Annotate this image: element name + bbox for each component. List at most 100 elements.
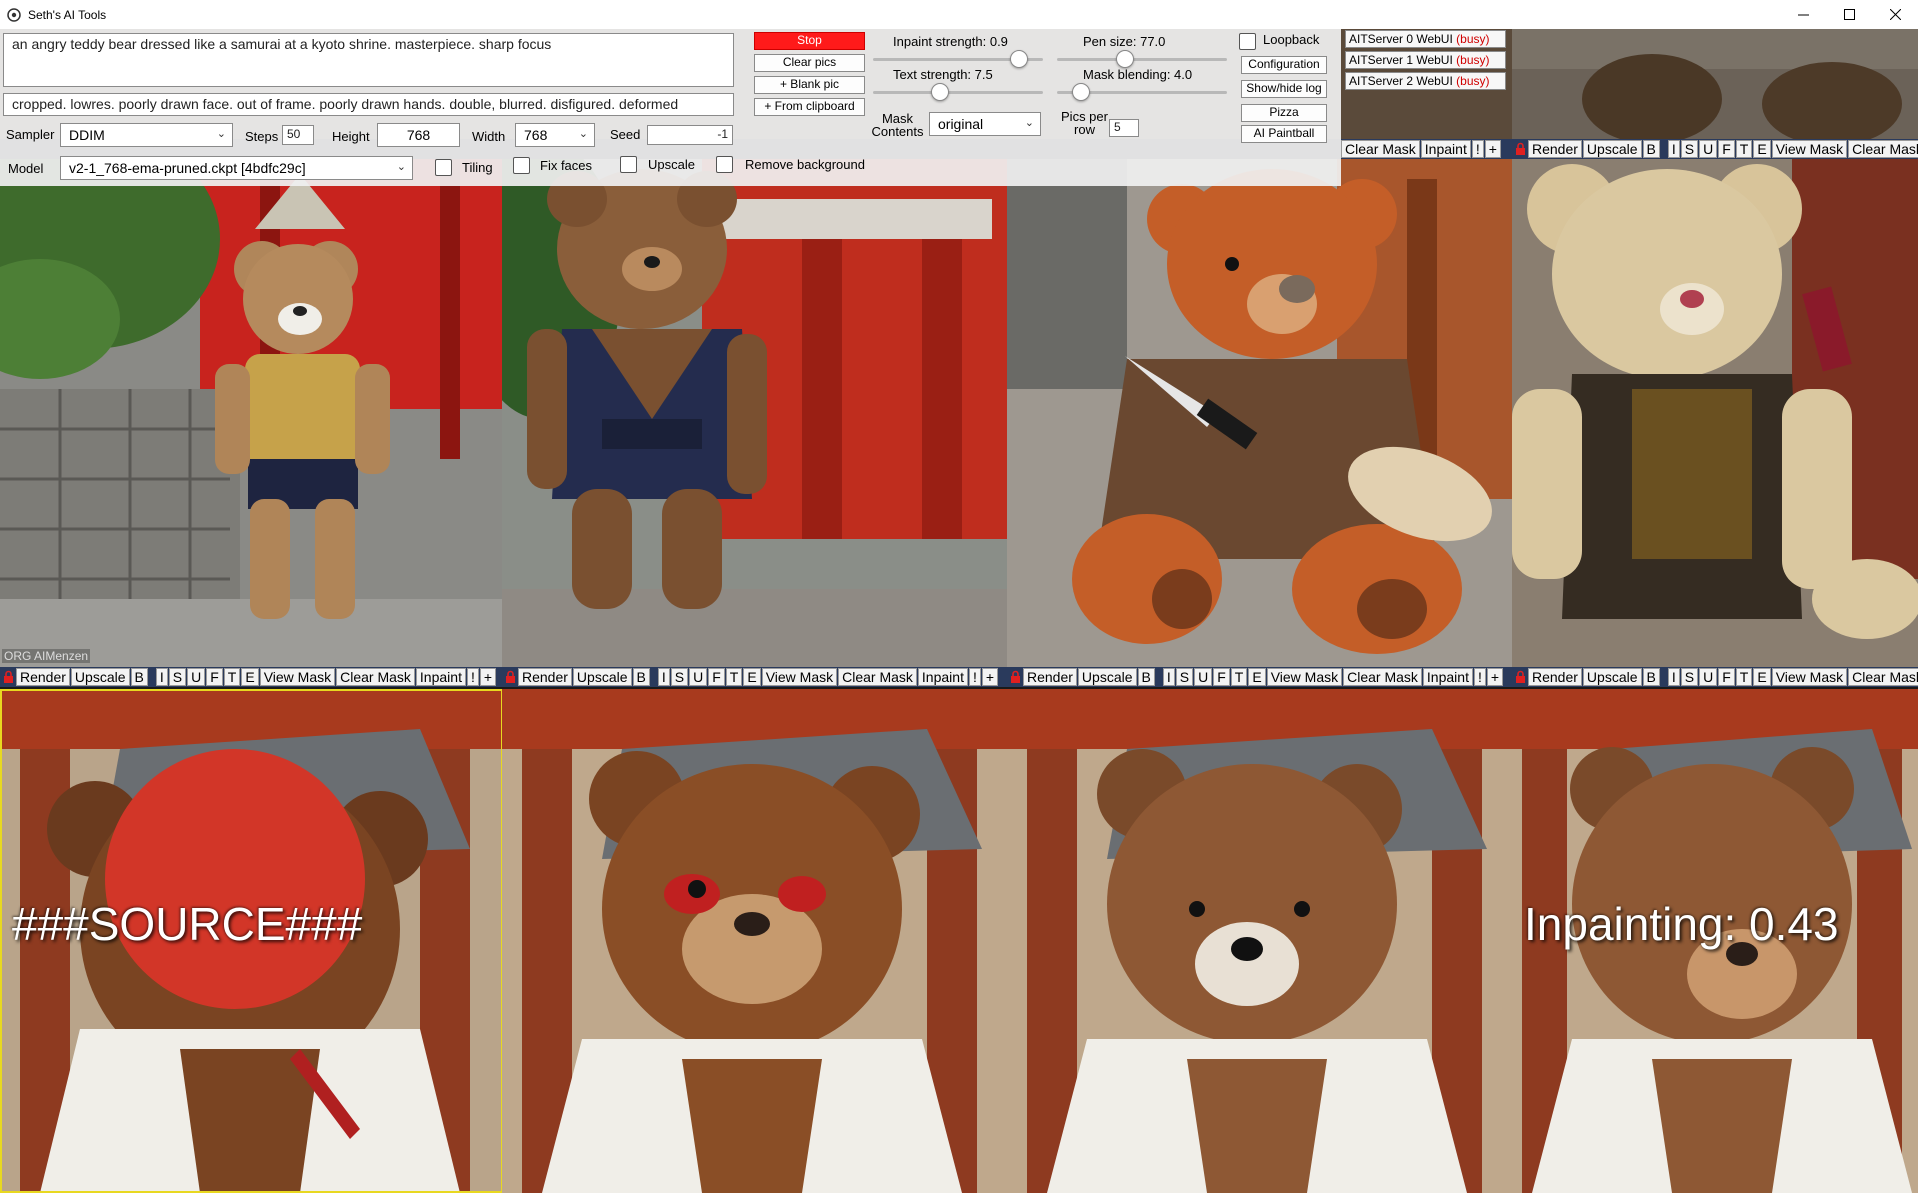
view-mask-button[interactable]: View Mask: [761, 668, 838, 686]
plus-button[interactable]: +: [1486, 668, 1504, 686]
image-tile-bear-red-eyes[interactable]: [502, 689, 1007, 1193]
bang-button[interactable]: !: [466, 668, 479, 686]
b-button[interactable]: B: [130, 668, 148, 686]
i-button[interactable]: I: [657, 668, 670, 686]
image-tile-bear-patterned-robe[interactable]: [1512, 159, 1918, 667]
remove-background-checkbox[interactable]: [716, 156, 733, 173]
inpaint-button[interactable]: Inpaint: [1420, 140, 1471, 158]
lock-icon[interactable]: [1008, 668, 1022, 686]
b-button[interactable]: B: [1137, 668, 1155, 686]
s-button[interactable]: S: [168, 668, 187, 686]
view-mask-button[interactable]: View Mask: [1771, 668, 1848, 686]
lock-icon[interactable]: [1, 668, 15, 686]
upscale-button[interactable]: Upscale: [1582, 140, 1642, 158]
configuration-button[interactable]: Configuration: [1241, 56, 1327, 74]
fix-faces-checkbox[interactable]: [513, 157, 530, 174]
b-button[interactable]: B: [1642, 668, 1660, 686]
e-button[interactable]: E: [743, 668, 761, 686]
e-button[interactable]: E: [1753, 140, 1771, 158]
image-tile-bear-blue-gi[interactable]: [502, 159, 1007, 667]
bang-button[interactable]: !: [968, 668, 981, 686]
s-button[interactable]: S: [1680, 140, 1699, 158]
t-button[interactable]: T: [223, 668, 241, 686]
image-tile-bear-knife[interactable]: [1007, 159, 1512, 667]
view-mask-button[interactable]: View Mask: [1266, 668, 1343, 686]
slider-thumb[interactable]: [930, 83, 949, 101]
clear-mask-button[interactable]: Clear Mask: [1341, 140, 1420, 158]
e-button[interactable]: E: [1248, 668, 1266, 686]
image-tile-source[interactable]: ###SOURCE###: [0, 689, 502, 1193]
stop-button[interactable]: Stop: [754, 32, 865, 50]
u-button[interactable]: U: [1699, 668, 1718, 686]
lock-icon[interactable]: [503, 668, 517, 686]
image-tile-inpainting[interactable]: Inpainting: 0.43: [1512, 689, 1918, 1193]
text-strength-slider[interactable]: [873, 82, 1043, 102]
render-button[interactable]: Render: [16, 668, 70, 686]
slider-thumb[interactable]: [1116, 50, 1135, 68]
blank-pic-button[interactable]: + Blank pic: [754, 76, 865, 94]
render-button[interactable]: Render: [1023, 668, 1077, 686]
e-button[interactable]: E: [241, 668, 259, 686]
plus-button[interactable]: +: [1484, 140, 1501, 158]
tiling-checkbox[interactable]: [435, 159, 452, 176]
upscale-button[interactable]: Upscale: [572, 668, 632, 686]
t-button[interactable]: T: [1230, 668, 1248, 686]
i-button[interactable]: I: [1162, 668, 1175, 686]
u-button[interactable]: U: [1194, 668, 1213, 686]
view-mask-button[interactable]: View Mask: [259, 668, 336, 686]
width-select[interactable]: 768 ⌄: [515, 123, 595, 147]
render-button[interactable]: Render: [1528, 140, 1582, 158]
inpaint-button[interactable]: Inpaint: [415, 668, 466, 686]
server-status-1[interactable]: AITServer 1 WebUI (busy): [1345, 51, 1506, 69]
pics-per-row-input[interactable]: 5: [1109, 119, 1139, 137]
upscale-button[interactable]: Upscale: [1582, 668, 1642, 686]
plus-button[interactable]: +: [479, 668, 497, 686]
s-button[interactable]: S: [1680, 668, 1699, 686]
from-clipboard-button[interactable]: + From clipboard: [754, 98, 865, 116]
bang-button[interactable]: !: [1473, 668, 1486, 686]
image-tile-bear-golden-armor[interactable]: ORG AIMenzen: [0, 159, 502, 667]
u-button[interactable]: U: [689, 668, 708, 686]
u-button[interactable]: U: [187, 668, 206, 686]
clear-mask-button[interactable]: Clear Mask: [838, 668, 917, 686]
minimize-button[interactable]: [1781, 0, 1826, 29]
show-hide-log-button[interactable]: Show/hide log: [1241, 80, 1327, 98]
model-select[interactable]: v2-1_768-ema-pruned.ckpt [4bdfc29c] ⌄: [60, 156, 413, 180]
f-button[interactable]: F: [206, 668, 223, 686]
s-button[interactable]: S: [670, 668, 689, 686]
server-status-2[interactable]: AITServer 2 WebUI (busy): [1345, 72, 1506, 90]
view-mask-button[interactable]: View Mask: [1771, 140, 1848, 158]
upscale-button[interactable]: Upscale: [70, 668, 130, 686]
ai-paintball-button[interactable]: AI Paintball: [1241, 125, 1327, 143]
lock-icon[interactable]: [1513, 668, 1527, 686]
i-button[interactable]: I: [155, 668, 168, 686]
e-button[interactable]: E: [1753, 668, 1771, 686]
t-button[interactable]: T: [725, 668, 743, 686]
inpaint-button[interactable]: Inpaint: [917, 668, 968, 686]
inpaint-button[interactable]: Inpaint: [1422, 668, 1473, 686]
slider-thumb[interactable]: [1009, 50, 1028, 68]
i-button[interactable]: I: [1667, 140, 1680, 158]
sampler-select[interactable]: DDIM ⌄: [60, 123, 233, 147]
i-button[interactable]: I: [1667, 668, 1680, 686]
f-button[interactable]: F: [1213, 668, 1230, 686]
height-select[interactable]: 768: [377, 123, 460, 147]
negative-prompt-input[interactable]: cropped. lowres. poorly drawn face. out …: [3, 93, 734, 116]
close-button[interactable]: [1873, 0, 1918, 29]
render-button[interactable]: Render: [1528, 668, 1582, 686]
u-button[interactable]: U: [1699, 140, 1718, 158]
t-button[interactable]: T: [1735, 668, 1753, 686]
plus-button[interactable]: +: [981, 668, 999, 686]
bang-button[interactable]: !: [1471, 140, 1484, 158]
pizza-button[interactable]: Pizza: [1241, 104, 1327, 122]
pen-size-slider[interactable]: [1057, 49, 1227, 69]
seed-input[interactable]: -1: [647, 125, 733, 145]
lock-icon[interactable]: [1513, 140, 1527, 158]
upscale-checkbox[interactable]: [620, 156, 637, 173]
image-tile-top-right[interactable]: [1512, 29, 1918, 139]
upscale-button[interactable]: Upscale: [1077, 668, 1137, 686]
clear-mask-button[interactable]: Clear Mask: [1848, 140, 1918, 158]
t-button[interactable]: T: [1735, 140, 1753, 158]
f-button[interactable]: F: [1718, 668, 1735, 686]
clear-mask-button[interactable]: Clear Mask: [336, 668, 415, 686]
